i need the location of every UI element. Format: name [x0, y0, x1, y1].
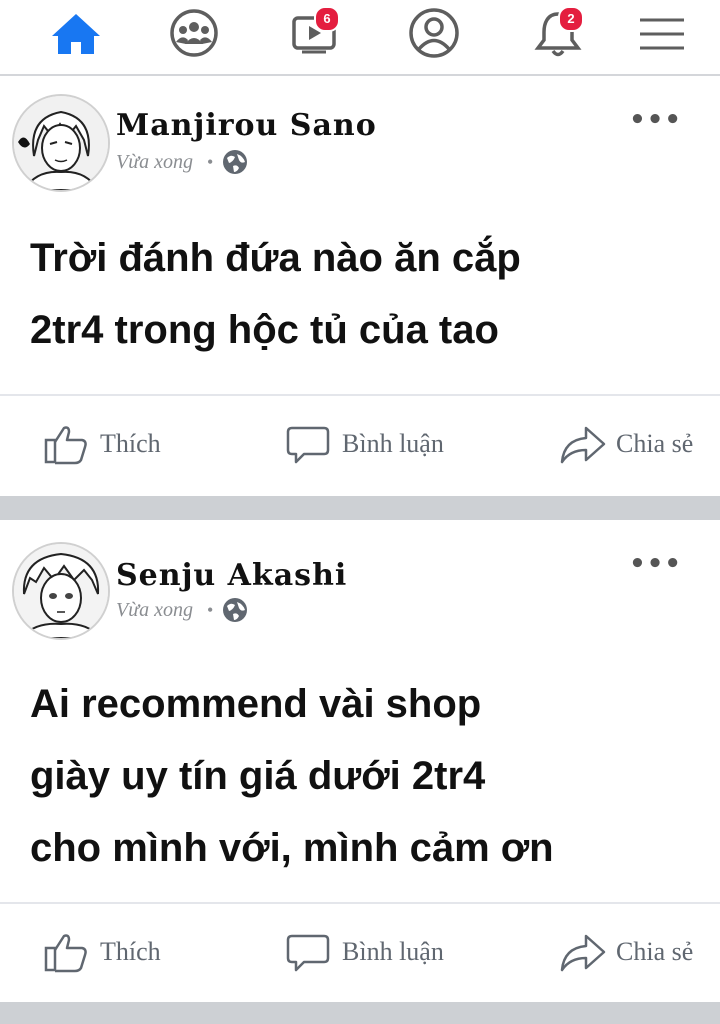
- comment-button[interactable]: Bình luận: [284, 928, 444, 976]
- watch-badge: 6: [314, 6, 340, 32]
- share-label: Chia sẻ: [616, 937, 694, 966]
- avatar[interactable]: [12, 542, 110, 640]
- post-options-button[interactable]: •••: [629, 107, 682, 133]
- post-text-line: Ai recommend vài shop: [30, 682, 482, 726]
- post-meta: Vừa xong •: [116, 596, 249, 624]
- feed-separator: [0, 496, 720, 520]
- post-card: Manjirou Sano Vừa xong • ••• Trời đánh đ…: [0, 76, 720, 494]
- share-label: Chia sẻ: [616, 429, 694, 458]
- comment-button[interactable]: Bình luận: [284, 420, 444, 468]
- share-button[interactable]: Chia sẻ: [558, 420, 693, 468]
- groups-tab[interactable]: [164, 6, 224, 60]
- groups-icon: [170, 9, 218, 57]
- menu-tab[interactable]: [632, 6, 692, 60]
- comment-icon: [286, 426, 330, 464]
- share-icon: [560, 934, 606, 972]
- post-text-line: cho mình với, mình cảm ơn: [30, 826, 554, 870]
- post-text-line: Trời đánh đứa nào ăn cắp: [30, 236, 521, 280]
- post-options-button[interactable]: •••: [629, 551, 682, 577]
- share-button[interactable]: Chia sẻ: [558, 928, 693, 976]
- divider: [0, 394, 720, 396]
- post-author-name[interactable]: Senju Akashi: [116, 558, 347, 593]
- comment-label: Bình luận: [342, 937, 444, 966]
- notifications-badge: 2: [558, 6, 584, 32]
- avatar-image: [14, 544, 108, 638]
- comment-icon: [286, 934, 330, 972]
- avatar[interactable]: [12, 94, 110, 192]
- post-text-line: giày uy tín giá dưới 2tr4: [30, 754, 486, 798]
- like-button[interactable]: Thích: [42, 420, 161, 468]
- globe-icon: [223, 598, 248, 622]
- post-content: Trời đánh đứa nào ăn cắp 2tr4 trong hộc …: [30, 222, 670, 366]
- post-card: Senju Akashi Vừa xong • ••• Ai recommend…: [0, 520, 720, 1000]
- hamburger-menu-icon: [640, 18, 684, 50]
- home-tab[interactable]: [46, 6, 106, 60]
- globe-icon: [223, 150, 248, 174]
- notifications-tab[interactable]: 2: [528, 6, 588, 60]
- post-content: Ai recommend vài shop giày uy tín giá dư…: [30, 668, 670, 884]
- profile-icon: [409, 8, 459, 58]
- post-meta: Vừa xong •: [116, 148, 249, 176]
- post-timestamp[interactable]: Vừa xong: [116, 151, 193, 174]
- share-icon: [560, 426, 606, 464]
- like-button[interactable]: Thích: [42, 928, 161, 976]
- profile-tab[interactable]: [404, 6, 464, 60]
- like-label: Thích: [100, 937, 161, 966]
- like-label: Thích: [100, 429, 161, 458]
- top-nav-bar: 6 2: [0, 0, 720, 76]
- divider: [0, 902, 720, 904]
- avatar-image: [14, 96, 108, 190]
- watch-tab[interactable]: 6: [284, 6, 344, 60]
- post-timestamp[interactable]: Vừa xong: [116, 599, 193, 622]
- comment-label: Bình luận: [342, 429, 444, 458]
- thumbs-up-icon: [44, 426, 87, 465]
- thumbs-up-icon: [44, 934, 87, 973]
- feed-separator: [0, 1002, 720, 1024]
- home-icon: [52, 14, 100, 54]
- post-text-line: 2tr4 trong hộc tủ của tao: [30, 308, 499, 352]
- post-author-name[interactable]: Manjirou Sano: [116, 108, 377, 143]
